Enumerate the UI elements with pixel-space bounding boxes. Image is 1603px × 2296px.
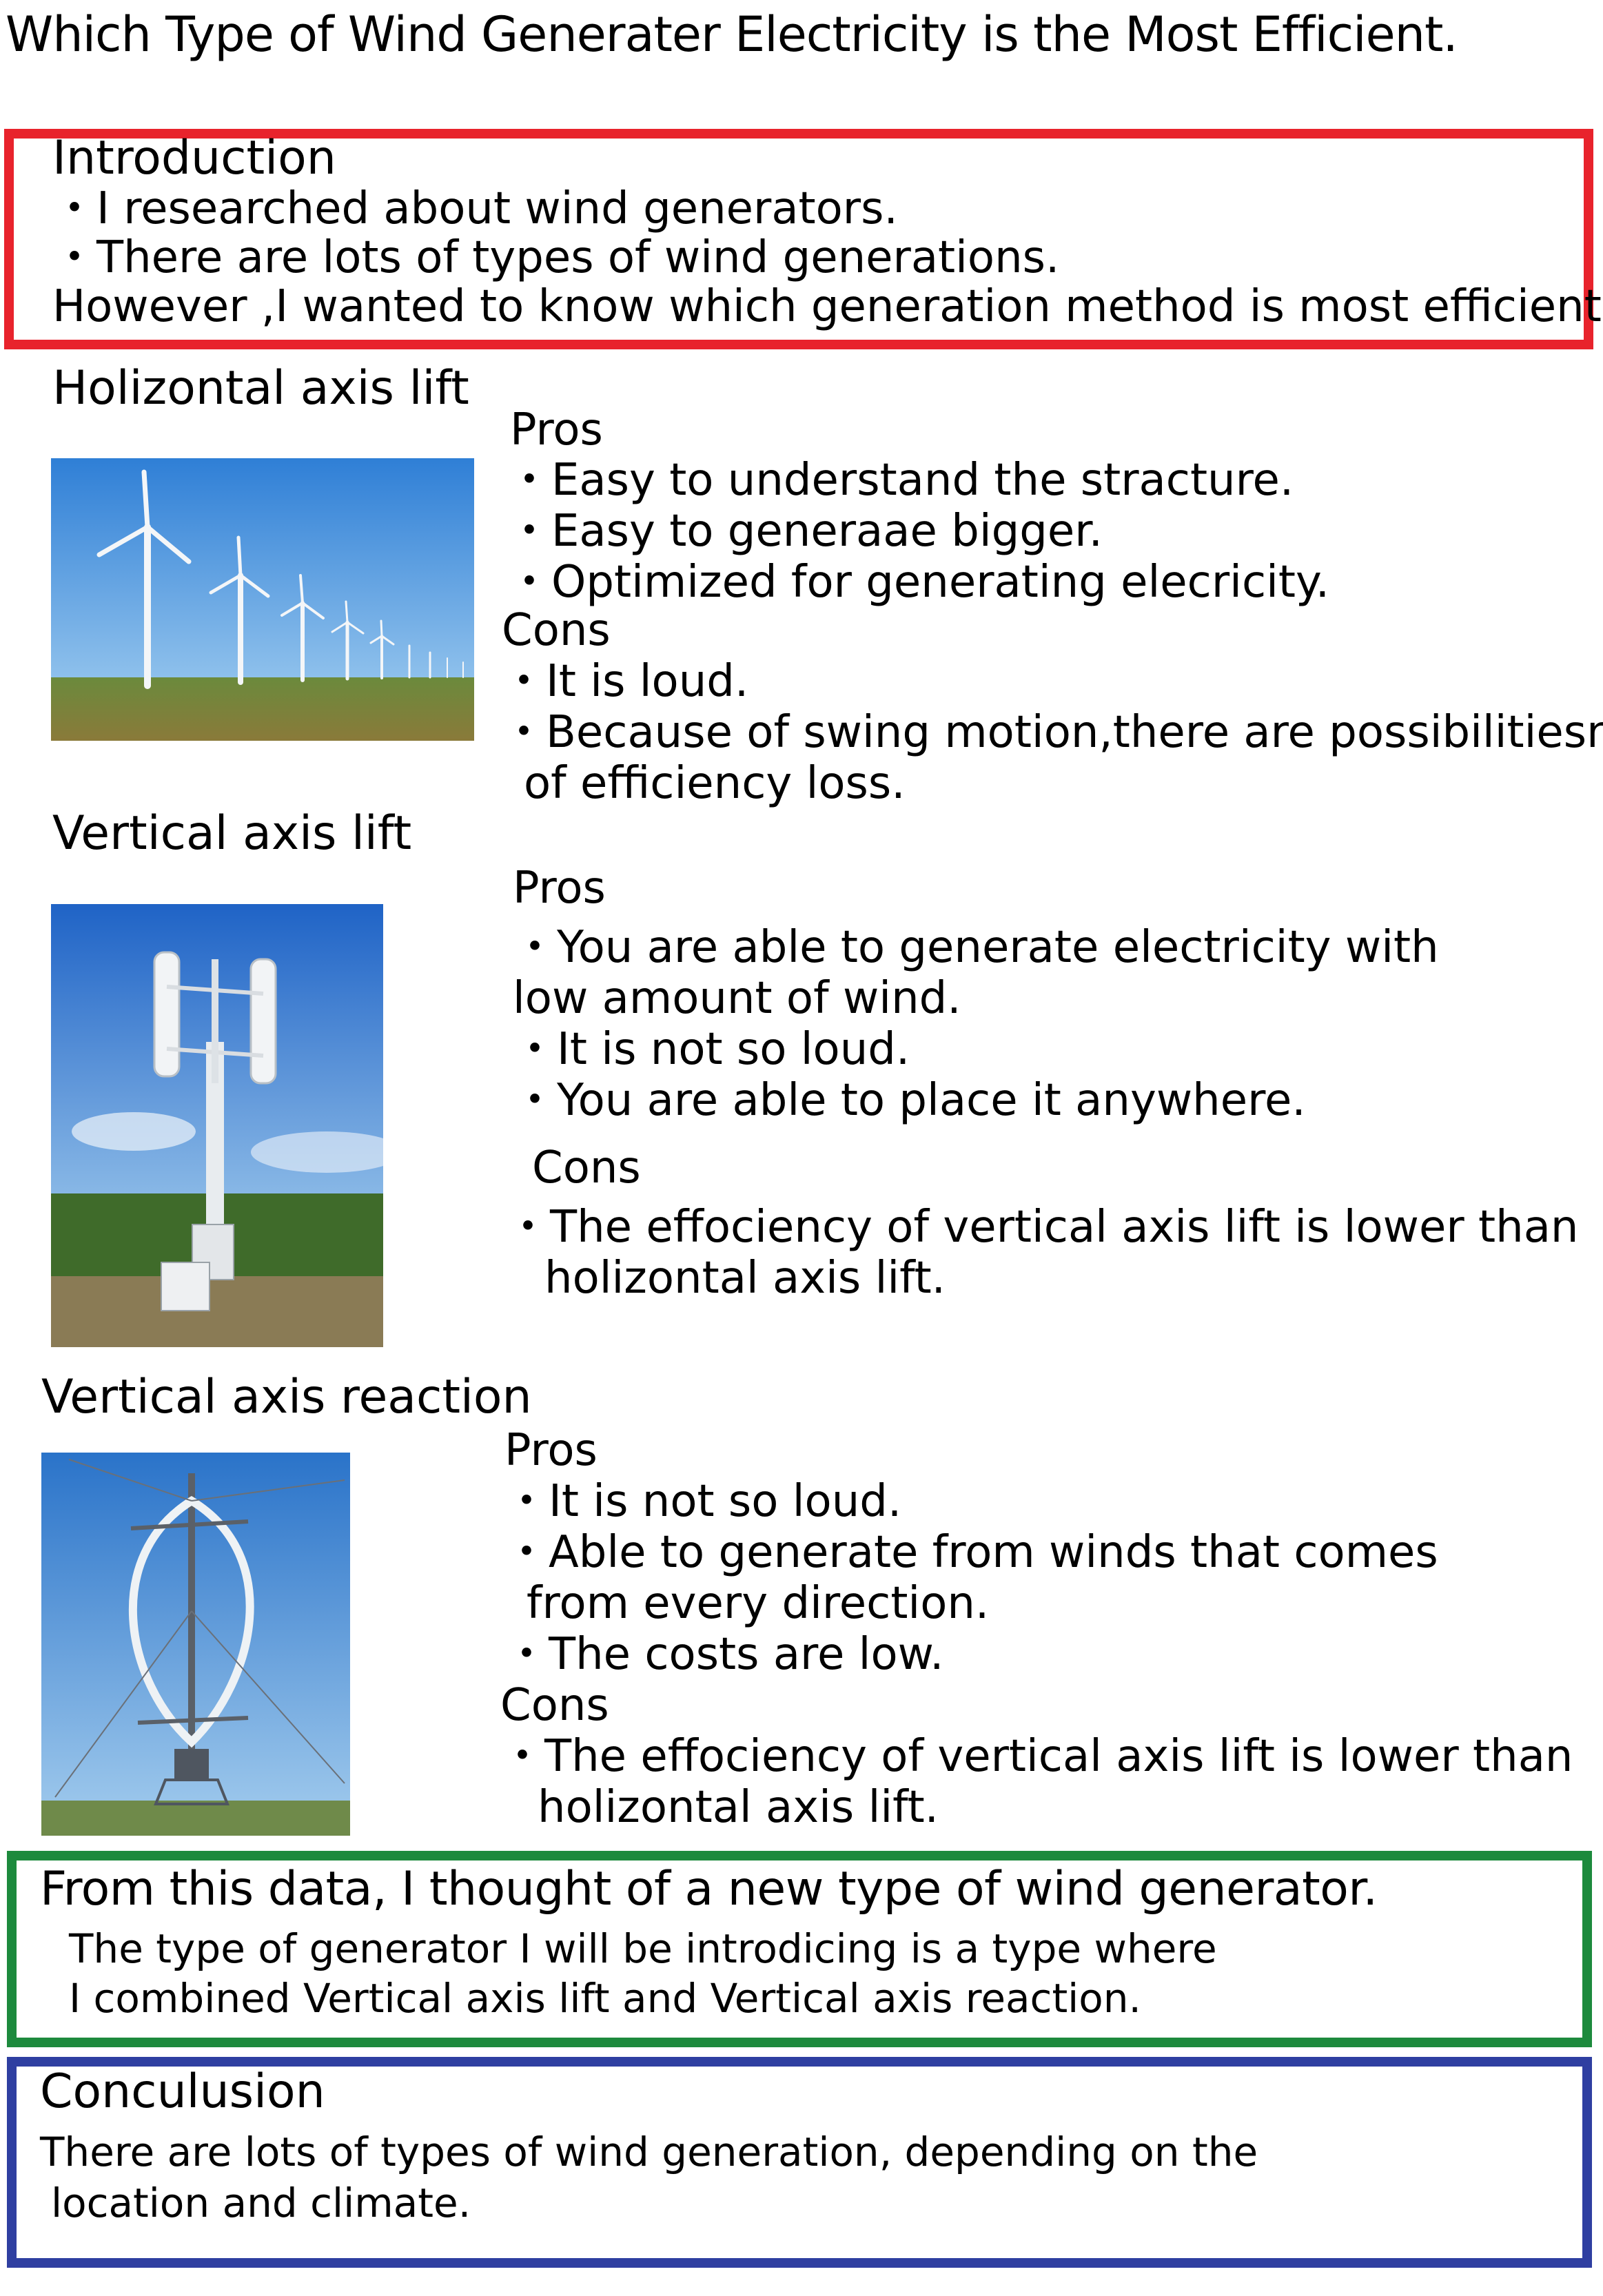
vertical-lift-heading: Vertical axis lift xyxy=(52,806,412,861)
horizontal-pros-item: ・Easy to understand the stracture. xyxy=(507,455,1294,506)
conclusion-heading: Conculusion xyxy=(40,2064,325,2119)
conclusion-line-1: There are lots of types of wind generati… xyxy=(40,2129,1258,2175)
vertical-reaction-pros-item: ・It is not so loud. xyxy=(504,1476,902,1527)
vertical-lift-pros-item: ・It is not so loud. xyxy=(513,1024,910,1075)
vertical-reaction-heading: Vertical axis reaction xyxy=(41,1370,532,1424)
introduction-line-2: ・There are lots of types of wind generat… xyxy=(52,232,1060,283)
vertical-lift-pros-label: Pros xyxy=(513,863,606,914)
horizontal-cons-item: ・It is loud. xyxy=(502,656,749,707)
introduction-line-3: However ,I wanted to know which generati… xyxy=(52,281,1603,332)
new-generator-heading: From this data, I thought of a new type … xyxy=(40,1862,1378,1916)
vertical-reaction-cons-item: holizontal axis lift. xyxy=(538,1782,939,1833)
new-generator-line-2: I combined Vertical axis lift and Vertic… xyxy=(69,1975,1141,2022)
vertical-lift-pros-item: ・You are able to place it anywhere. xyxy=(513,1075,1306,1126)
vertical-lift-pros-item: low amount of wind. xyxy=(513,973,961,1024)
vertical-lift-turbine-photo xyxy=(51,904,383,1347)
vertical-reaction-pros-item: ・The costs are low. xyxy=(504,1629,944,1680)
vertical-reaction-cons-label: Cons xyxy=(500,1680,609,1731)
horizontal-wind-farm-photo xyxy=(51,458,474,741)
vertical-lift-cons-label: Cons xyxy=(532,1142,641,1193)
vertical-reaction-pros-item: ・Able to generate from winds that comes xyxy=(504,1527,1438,1578)
introduction-line-1: ・I researched about wind generators. xyxy=(52,183,898,234)
vertical-lift-cons-item: ・The effociency of vertical axis lift is… xyxy=(506,1202,1579,1253)
horizontal-cons-label: Cons xyxy=(502,605,611,656)
vertical-lift-cons-item: holizontal axis lift. xyxy=(544,1253,946,1304)
vertical-reaction-pros-label: Pros xyxy=(504,1425,598,1476)
vertical-lift-pros-item: ・You are able to generate electricity wi… xyxy=(513,922,1439,973)
horizontal-cons-item: of efficiency loss. xyxy=(524,758,906,809)
horizontal-pros-item: ・Easy to generaae bigger. xyxy=(507,506,1103,557)
new-generator-line-1: The type of generator I will be introdic… xyxy=(69,1925,1217,1972)
horizontal-axis-heading: Holizontal axis lift xyxy=(52,361,469,416)
conclusion-line-2: location and climate. xyxy=(51,2180,471,2226)
vertical-reaction-turbine-photo xyxy=(41,1453,350,1836)
horizontal-cons-item: ・Because of swing motion,there are possi… xyxy=(502,707,1603,758)
horizontal-pros-label: Pros xyxy=(510,404,603,455)
vertical-reaction-pros-item: from every direction. xyxy=(527,1578,990,1629)
horizontal-pros-item: ・Optimized for generating elecricity. xyxy=(507,557,1330,608)
introduction-heading: Introduction xyxy=(52,131,336,185)
vertical-reaction-cons-item: ・The effociency of vertical axis lift is… xyxy=(500,1731,1573,1782)
page-title: Which Type of Wind Generater Electricity… xyxy=(6,6,1458,63)
